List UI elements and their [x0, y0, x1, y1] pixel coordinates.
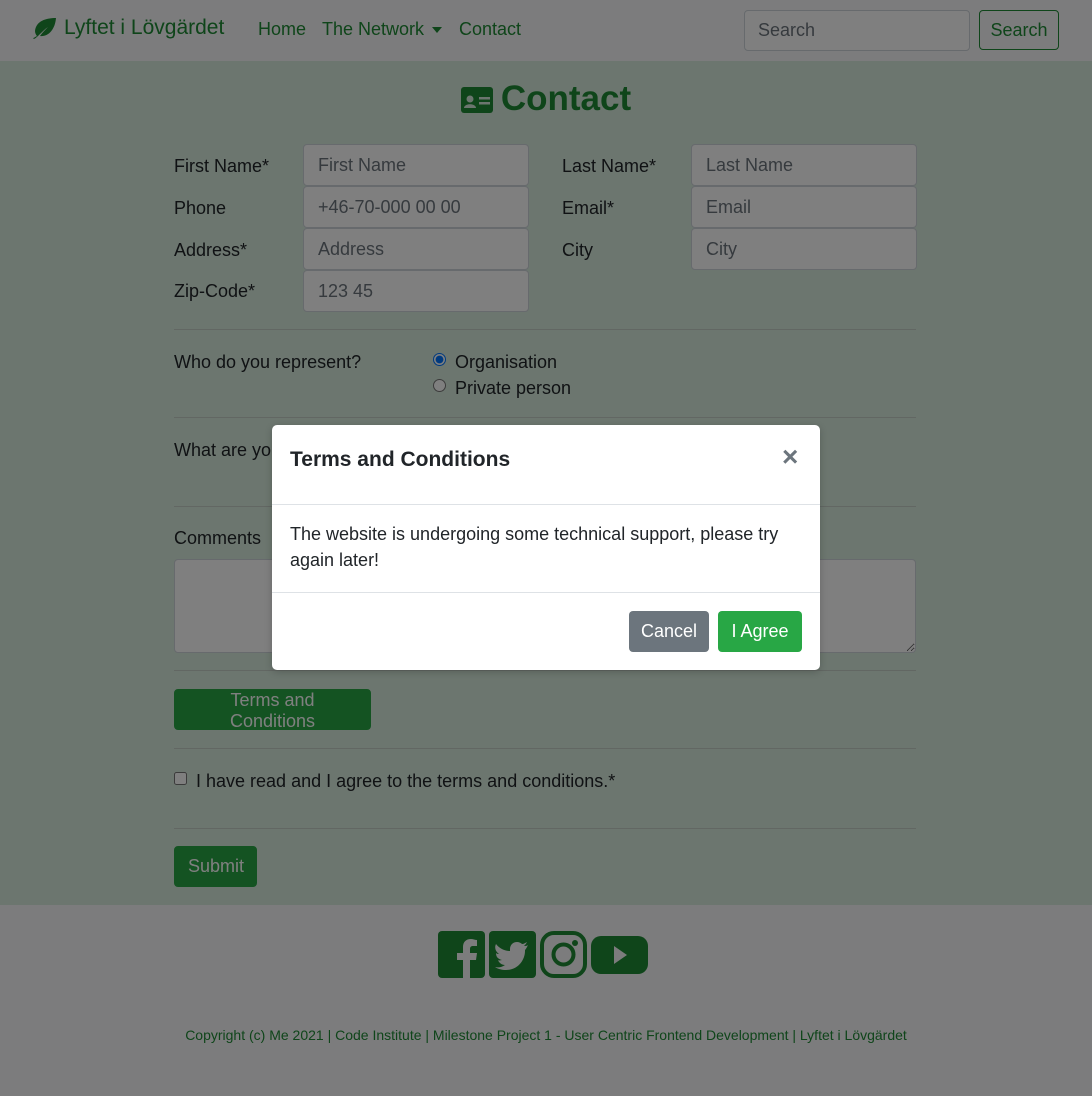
modal-body-text: The website is undergoing some technical… [290, 524, 779, 570]
modal-footer: Cancel I Agree [272, 592, 820, 671]
modal-title: Terms and Conditions [290, 448, 511, 471]
agree-button[interactable]: I Agree [718, 611, 802, 652]
modal-header: Terms and Conditions × [272, 425, 820, 505]
terms-modal: Terms and Conditions × The website is un… [272, 425, 820, 670]
close-icon[interactable]: × [782, 443, 798, 471]
cancel-button[interactable]: Cancel [629, 611, 709, 652]
